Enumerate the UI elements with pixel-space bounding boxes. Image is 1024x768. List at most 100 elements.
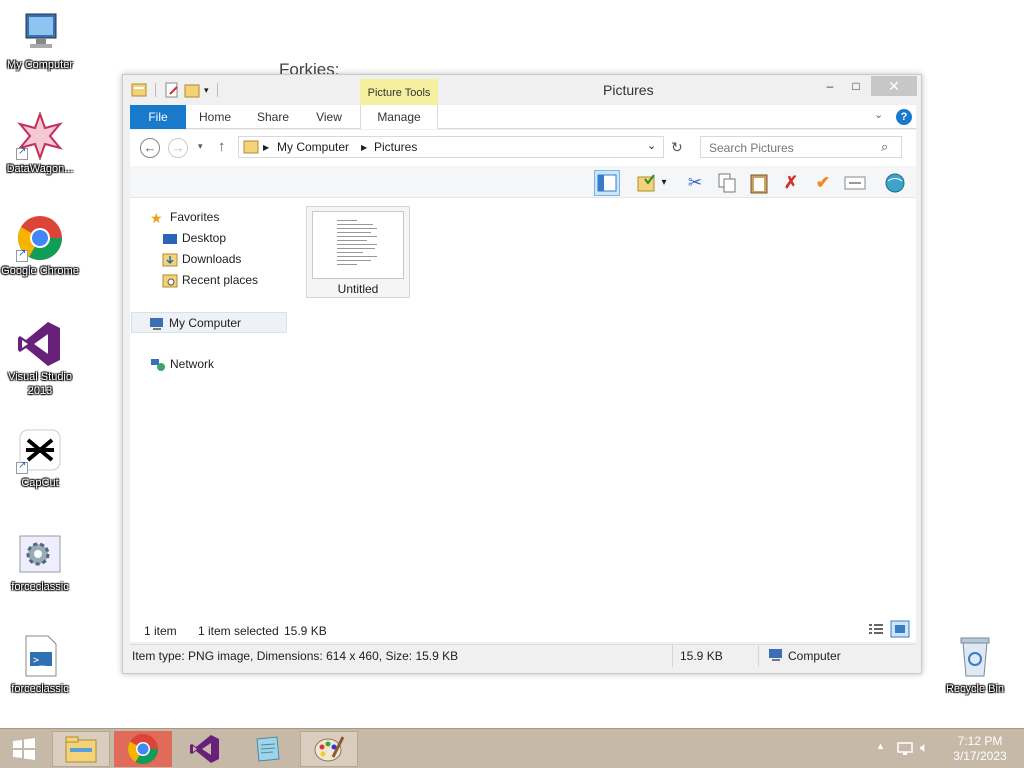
address-dropdown-icon[interactable]: ⌄ (647, 139, 656, 152)
forward-button[interactable]: → (168, 138, 188, 158)
computer-icon (149, 317, 165, 331)
shortcut-arrow-icon (16, 248, 28, 262)
nav-downloads-label: Downloads (182, 252, 242, 266)
delete-icon[interactable]: ✗ (778, 170, 804, 196)
properties-window-icon[interactable] (842, 170, 868, 196)
properties-icon[interactable] (164, 82, 180, 98)
nav-recent-places[interactable]: Recent places (160, 270, 258, 291)
file-name: Untitled (337, 282, 379, 296)
address-bar[interactable]: ▶ My Computer ▶ Pictures ⌄ (238, 136, 664, 158)
desktop-icon-label: Visual Studio 2013 (7, 371, 72, 397)
taskbar-notepad[interactable] (238, 731, 296, 767)
main-content-area: ★ Favorites Desktop Downloads Recent plac… (130, 198, 916, 618)
desktop-icon-capcut[interactable]: CapCut (0, 426, 80, 490)
desktop-icon-label: Recycle Bin (945, 683, 1005, 695)
nav-network[interactable]: Network (148, 354, 214, 375)
breadcrumb-my-computer[interactable]: My Computer (277, 140, 349, 154)
tab-share[interactable]: Share (248, 105, 298, 129)
datawagon-icon (16, 111, 64, 161)
taskbar-paint[interactable] (300, 731, 358, 767)
title-bar[interactable]: ▾ Picture Tools Pictures – □ ✕ (123, 75, 921, 105)
system-clock[interactable]: 7:12 PM 3/17/2023 (940, 734, 1020, 764)
start-button[interactable] (0, 731, 48, 767)
breadcrumb-chevron-icon[interactable]: ▶ (361, 143, 367, 152)
item-details: Item type: PNG image, Dimensions: 614 x … (132, 649, 459, 663)
nav-network-label: Network (170, 357, 215, 371)
tab-view[interactable]: View (304, 105, 354, 129)
settings-gear-icon (16, 530, 64, 578)
up-button[interactable]: ↑ (218, 138, 226, 155)
nav-desktop-label: Desktop (182, 231, 227, 245)
network-icon (150, 358, 166, 372)
svg-text:>_: >_ (33, 655, 46, 666)
search-icon[interactable]: ⌕ (881, 139, 888, 155)
window-folder-icon[interactable] (131, 82, 147, 98)
copy-icon[interactable] (714, 170, 740, 196)
star-icon: ★ (150, 209, 163, 226)
customize-dropdown-icon[interactable]: ▾ (204, 85, 209, 96)
item-count: 1 item (144, 624, 177, 638)
help-icon[interactable]: ? (896, 109, 912, 125)
desktop-icon-label: CapCut (21, 477, 59, 489)
close-button[interactable]: ✕ (871, 76, 917, 96)
breadcrumb-chevron-icon[interactable]: ▶ (263, 143, 269, 152)
desktop-icon-forceclassic-2[interactable]: >_ forceclassic (0, 632, 80, 696)
desktop-icon-label: forceclassic (11, 683, 69, 695)
tab-file[interactable]: File (130, 105, 186, 129)
tab-home[interactable]: Home (190, 105, 240, 129)
desktop-icon (162, 232, 178, 246)
globe-icon[interactable] (882, 170, 908, 196)
new-folder-icon[interactable] (184, 82, 200, 98)
tab-manage[interactable]: Manage (360, 105, 438, 129)
desktop-icon-label: DataWagon... (6, 163, 74, 175)
ribbon-tabs: File Home Share View Manage ⌄ ? (130, 105, 916, 129)
taskbar: ▲ 🔈︎ 7:12 PM 3/17/2023 (0, 728, 1024, 768)
network-tray-icon[interactable] (897, 740, 913, 759)
file-item[interactable]: Untitled (306, 206, 410, 298)
ribbon-expand-icon[interactable]: ⌄ (874, 108, 883, 121)
desktop-icon-google-chrome[interactable]: Google Chrome (0, 214, 80, 278)
chrome-icon (16, 214, 64, 262)
capcut-icon (16, 426, 64, 474)
details-view-icon[interactable] (868, 622, 884, 639)
refresh-icon[interactable]: ↻ (671, 139, 683, 156)
desktop-icon-forceclassic-1[interactable]: forceclassic (0, 530, 80, 594)
nav-favorites[interactable]: ★ Favorites (148, 207, 219, 228)
show-hidden-icons-icon[interactable]: ▲ (876, 741, 885, 751)
separator (155, 83, 156, 97)
desktop-icon-datawagon[interactable]: DataWagon... (0, 111, 80, 176)
breadcrumb-pictures[interactable]: Pictures (374, 140, 417, 154)
nav-desktop[interactable]: Desktop (160, 228, 226, 249)
search-input[interactable]: Search Pictures ⌕ (700, 136, 902, 158)
recent-locations-icon[interactable]: ▾ (198, 141, 203, 152)
taskbar-visual-studio[interactable] (176, 731, 234, 767)
desktop-icon-visual-studio[interactable]: Visual Studio 2013 (0, 320, 80, 398)
selection-size: 15.9 KB (284, 624, 327, 638)
recent-places-icon (162, 274, 178, 288)
picture-tools-context-tab: Picture Tools (360, 79, 438, 105)
rename-check-icon[interactable]: ✔ (810, 170, 836, 196)
large-icons-view-icon[interactable] (890, 620, 910, 641)
explorer-window: ▾ Picture Tools Pictures – □ ✕ File Home… (122, 74, 922, 674)
nav-my-computer-label: My Computer (169, 316, 242, 330)
taskbar-file-explorer[interactable] (52, 731, 110, 767)
desktop-icon-my-computer[interactable]: My Computer (0, 8, 80, 72)
back-button[interactable]: ← (140, 138, 160, 158)
paste-icon[interactable] (746, 170, 772, 196)
taskbar-chrome[interactable] (114, 731, 172, 767)
dropdown-arrow-icon[interactable]: ▾ (658, 170, 670, 196)
computer-icon (16, 8, 64, 56)
clock-time: 7:12 PM (957, 734, 1003, 748)
desktop-icon-recycle-bin[interactable]: Recycle Bin (935, 632, 1015, 696)
volume-icon[interactable]: 🔈︎ (920, 739, 928, 756)
shortcut-arrow-icon (16, 146, 28, 160)
nav-my-computer[interactable]: My Computer (131, 312, 287, 333)
script-file-icon: >_ (16, 632, 64, 680)
nav-downloads[interactable]: Downloads (160, 249, 241, 270)
visual-studio-icon (16, 320, 64, 368)
check-folder-icon[interactable] (634, 170, 660, 196)
cut-icon[interactable]: ✂ (682, 170, 708, 196)
details-size: 15.9 KB (680, 649, 723, 663)
maximize-button[interactable]: □ (841, 76, 871, 96)
preview-pane-button[interactable] (594, 170, 620, 196)
